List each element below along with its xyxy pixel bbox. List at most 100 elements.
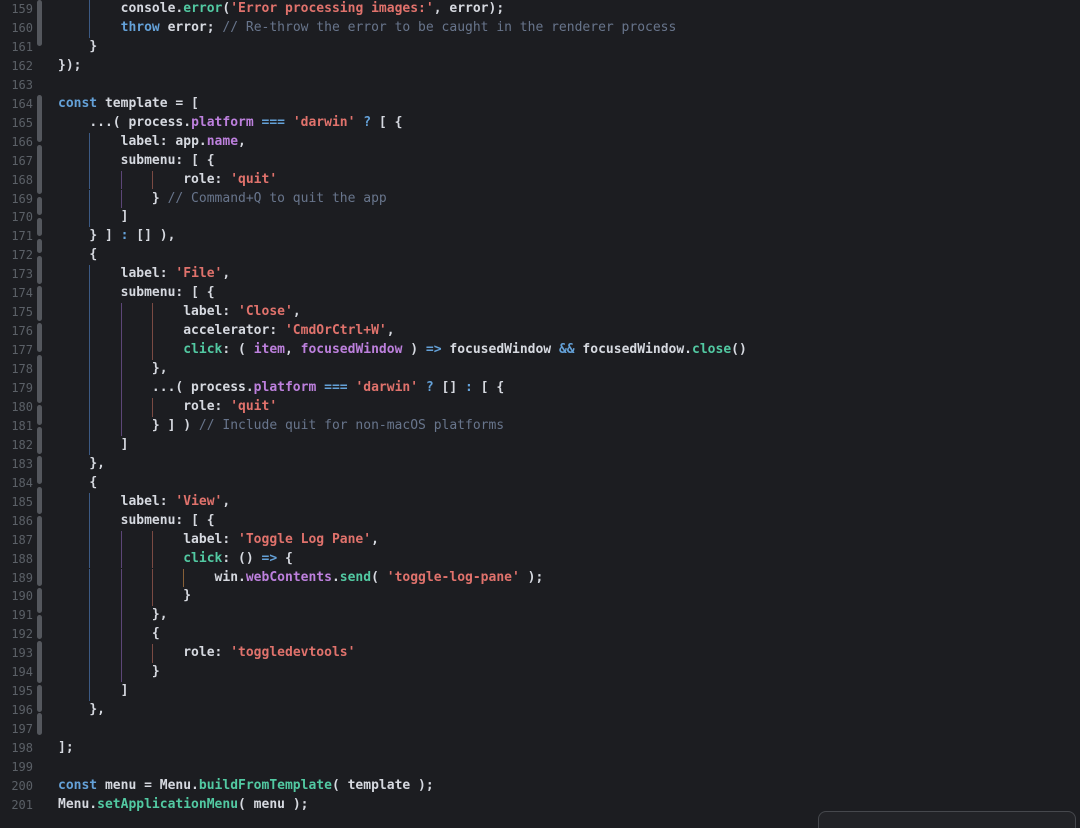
token-pl: } ] [89, 228, 120, 243]
token-kw: ? [363, 115, 371, 130]
editor-line: 165 ...( process.platform === 'darwin' ?… [0, 114, 1080, 133]
code-line-text[interactable]: submenu: [ { [58, 512, 215, 531]
token-pl: ] [121, 683, 129, 698]
editor-line: 190 } [0, 587, 1080, 606]
token-str: 'toggle-log-pane' [387, 570, 520, 585]
editor-line: 169 } // Command+Q to quit the app [0, 190, 1080, 209]
code-line-text[interactable]: const template = [ [58, 95, 199, 114]
token-pl: ] [121, 437, 129, 452]
token-cmt: // Re-throw the error to be caught in th… [222, 20, 676, 35]
token-pl: , error); [434, 1, 504, 16]
code-line-text[interactable]: submenu: [ { [58, 152, 215, 171]
code-line-text[interactable]: }); [58, 57, 81, 76]
code-line-text[interactable]: Menu.setApplicationMenu( menu ); [58, 796, 308, 815]
token-pl: ]; [58, 740, 74, 755]
token-pl: menu = Menu. [97, 778, 199, 793]
git-modified-mark [37, 588, 42, 613]
editor-line: 176 accelerator: 'CmdOrCtrl+W', [0, 322, 1080, 341]
token-kw: const [58, 96, 97, 111]
editor-line: 199 [0, 758, 1080, 777]
token-pl: ( [371, 570, 387, 585]
editor-line: 174 submenu: [ { [0, 284, 1080, 303]
token-pl: label: app. [121, 134, 207, 149]
line-number: 189 [0, 569, 33, 588]
code-line-text[interactable]: { [58, 474, 97, 493]
code-line-text[interactable]: label: 'Toggle Log Pane', [58, 531, 379, 550]
line-number: 178 [0, 360, 33, 379]
token-pl: { [152, 626, 160, 641]
line-number: 181 [0, 417, 33, 436]
line-number: 171 [0, 227, 33, 246]
token-prop: webContents [246, 570, 332, 585]
code-line-text[interactable]: submenu: [ { [58, 284, 215, 303]
editor-line: 189 win.webContents.send( 'toggle-log-pa… [0, 569, 1080, 588]
code-line-text[interactable]: } ] : [] ), [58, 227, 175, 246]
code-line-text[interactable]: role: 'quit' [58, 171, 277, 190]
editor-line: 200const menu = Menu.buildFromTemplate( … [0, 777, 1080, 796]
token-pl: }, [89, 702, 105, 717]
token-kw: === [324, 380, 347, 395]
code-line-text[interactable]: ...( process.platform === 'darwin' ? [ { [58, 114, 402, 133]
code-line-text[interactable]: const menu = Menu.buildFromTemplate( tem… [58, 777, 434, 796]
token-pl: } [89, 39, 97, 54]
code-line-text[interactable]: }, [58, 360, 168, 379]
token-pl: Menu. [58, 797, 97, 812]
token-pl: ) [402, 342, 425, 357]
token-pl: template = [ [97, 96, 199, 111]
line-number: 172 [0, 246, 33, 265]
editor-line: 161 } [0, 38, 1080, 57]
code-line-text[interactable]: console.error('Error processing images:'… [58, 0, 504, 19]
code-line-text[interactable]: throw error; // Re-throw the error to be… [58, 19, 676, 38]
editor-line: 167 submenu: [ { [0, 152, 1080, 171]
token-str: 'View' [175, 494, 222, 509]
code-line-text[interactable]: ] [58, 208, 128, 227]
code-line-text[interactable]: ] [58, 682, 128, 701]
code-line-text[interactable]: } ] ) // Include quit for non-macOS plat… [58, 417, 504, 436]
code-line-text[interactable]: ]; [58, 739, 74, 758]
code-line-text[interactable]: } [58, 38, 97, 57]
token-str: 'quit' [230, 172, 277, 187]
code-line-text[interactable]: { [58, 246, 97, 265]
line-number: 180 [0, 398, 33, 417]
code-line-text[interactable]: } // Command+Q to quit the app [58, 190, 387, 209]
token-pl: ( template ); [332, 778, 434, 793]
code-line-text[interactable]: ] [58, 436, 128, 455]
editor-pane[interactable]: 159 console.error('Error processing imag… [0, 0, 1080, 815]
code-line-text[interactable]: }, [58, 701, 105, 720]
code-line-text[interactable]: ...( process.platform === 'darwin' ? [] … [58, 379, 504, 398]
token-pl: [ { [371, 115, 402, 130]
git-modified-mark [37, 355, 42, 402]
token-pl: { [89, 475, 97, 490]
code-line-text[interactable]: accelerator: 'CmdOrCtrl+W', [58, 322, 395, 341]
code-line-text[interactable]: click: ( item, focusedWindow ) => focuse… [58, 341, 747, 360]
token-pl: label: [183, 532, 238, 547]
code-line-text[interactable]: label: app.name, [58, 133, 246, 152]
code-line-text[interactable]: } [58, 587, 191, 606]
code-line-text[interactable]: { [58, 625, 160, 644]
token-pl: , [371, 532, 379, 547]
token-pl: role: [183, 645, 230, 660]
code-line-text[interactable]: role: 'quit' [58, 398, 277, 417]
code-line-text[interactable]: click: () => { [58, 550, 293, 569]
token-str: 'CmdOrCtrl+W' [285, 323, 387, 338]
code-line-text[interactable]: label: 'File', [58, 265, 230, 284]
code-line-text[interactable]: win.webContents.send( 'toggle-log-pane' … [58, 569, 543, 588]
git-modified-mark [37, 0, 42, 46]
token-pl: () [731, 342, 747, 357]
code-line-text[interactable]: label: 'Close', [58, 303, 301, 322]
code-line-text[interactable]: } [58, 663, 160, 682]
token-pl [254, 115, 262, 130]
token-pl: label: [121, 266, 176, 281]
code-line-text[interactable]: role: 'toggledevtools' [58, 644, 355, 663]
token-str: 'File' [175, 266, 222, 281]
token-pl: ] [121, 209, 129, 224]
editor-line: 197 [0, 720, 1080, 739]
token-kw: ? [426, 380, 434, 395]
line-number: 182 [0, 436, 33, 455]
code-line-text[interactable]: label: 'View', [58, 493, 230, 512]
code-line-text[interactable]: }, [58, 606, 168, 625]
editor-line: 170 ] [0, 208, 1080, 227]
git-modified-mark [37, 286, 42, 321]
editor-line: 196 }, [0, 701, 1080, 720]
code-line-text[interactable]: }, [58, 455, 105, 474]
